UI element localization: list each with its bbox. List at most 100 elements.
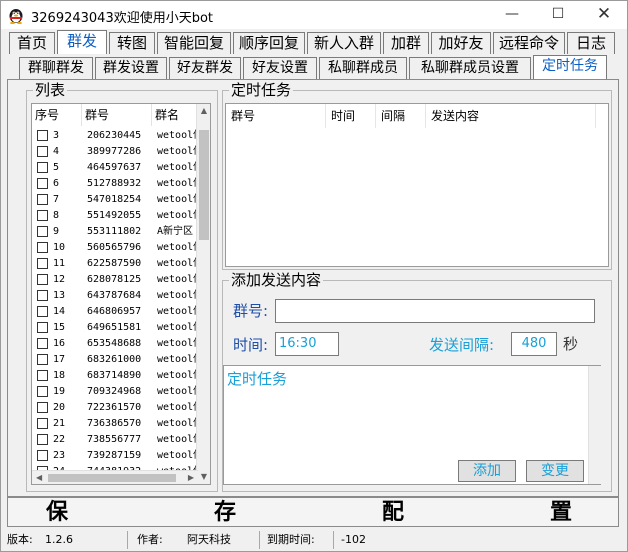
save-char-4: 置 bbox=[550, 500, 573, 525]
col-header-index[interactable]: 序号 bbox=[32, 104, 82, 126]
content-vscrollbar[interactable] bbox=[588, 366, 602, 484]
row-checkbox[interactable] bbox=[37, 210, 48, 221]
row-checkbox[interactable] bbox=[37, 402, 48, 413]
tab-new-member[interactable]: 新人入群 bbox=[307, 32, 381, 54]
list-row[interactable]: 5 464597637 wetool你 bbox=[32, 160, 200, 176]
tab-private-member[interactable]: 私聊群成员 bbox=[319, 57, 407, 79]
row-checkbox[interactable] bbox=[37, 178, 48, 189]
list-row[interactable]: 15 649651581 wetool你 bbox=[32, 320, 200, 336]
time-input[interactable]: 16:30 bbox=[275, 332, 339, 356]
list-row[interactable]: 16 653548688 wetool你 bbox=[32, 336, 200, 352]
col-header-task-interval[interactable]: 间隔 bbox=[376, 104, 426, 128]
list-row[interactable]: 10 560565796 wetool你 bbox=[32, 240, 200, 256]
row-checkbox[interactable] bbox=[37, 418, 48, 429]
row-checkbox[interactable] bbox=[37, 146, 48, 157]
tab-join-group[interactable]: 加群 bbox=[383, 32, 429, 54]
maximize-button[interactable]: ☐ bbox=[535, 1, 581, 29]
row-checkbox[interactable] bbox=[37, 322, 48, 333]
row-checkbox[interactable] bbox=[37, 194, 48, 205]
tab-sequential-reply[interactable]: 顺序回复 bbox=[233, 32, 305, 54]
task-list[interactable]: 群号 时间 间隔 发送内容 bbox=[225, 103, 609, 267]
row-checkbox[interactable] bbox=[37, 258, 48, 269]
list-row[interactable]: 13 643787684 wetool你 bbox=[32, 288, 200, 304]
list-row[interactable]: 14 646806957 wetool你 bbox=[32, 304, 200, 320]
row-group-name: A新宁区 bbox=[157, 226, 194, 237]
row-group-name: wetool你 bbox=[157, 434, 200, 445]
row-checkbox[interactable] bbox=[37, 450, 48, 461]
row-checkbox[interactable] bbox=[37, 354, 48, 365]
row-checkbox[interactable] bbox=[37, 338, 48, 349]
save-config-button[interactable]: 保 存 配 置 bbox=[7, 497, 619, 527]
col-header-task-group[interactable]: 群号 bbox=[226, 104, 326, 128]
col-header-task-content[interactable]: 发送内容 bbox=[426, 104, 596, 128]
list-row[interactable]: 17 683261000 wetool你 bbox=[32, 352, 200, 368]
tab-friend-broadcast[interactable]: 好友群发 bbox=[169, 57, 241, 79]
list-row[interactable]: 11 622587590 wetool你 bbox=[32, 256, 200, 272]
tab-group-broadcast[interactable]: 群聊群发 bbox=[19, 57, 93, 79]
add-button[interactable]: 添加 bbox=[458, 460, 516, 482]
list-row[interactable]: 20 722361570 wetool你 bbox=[32, 400, 200, 416]
tab-smart-reply[interactable]: 智能回复 bbox=[157, 32, 231, 54]
list-row[interactable]: 23 739287159 wetool你 bbox=[32, 448, 200, 464]
list-row[interactable]: 8 551492055 wetool你 bbox=[32, 208, 200, 224]
row-checkbox[interactable] bbox=[37, 290, 48, 301]
tab-convert-image[interactable]: 转图 bbox=[109, 32, 155, 54]
minimize-button[interactable]: — bbox=[489, 1, 535, 29]
list-row[interactable]: 18 683714890 wetool你 bbox=[32, 368, 200, 384]
row-group-id: 628078125 bbox=[87, 274, 142, 285]
tab-broadcast-settings[interactable]: 群发设置 bbox=[95, 57, 167, 79]
row-group-id: 738556777 bbox=[87, 434, 142, 445]
scroll-right-icon[interactable]: ▶ bbox=[188, 474, 194, 482]
scroll-up-icon[interactable]: ▲ bbox=[200, 107, 208, 115]
tab-log[interactable]: 日志 bbox=[567, 32, 615, 54]
col-header-group-name[interactable]: 群名 bbox=[152, 104, 200, 126]
close-button[interactable]: ✕ bbox=[581, 1, 627, 29]
row-group-id: 739287159 bbox=[87, 450, 142, 461]
row-checkbox[interactable] bbox=[37, 242, 48, 253]
list-row[interactable]: 4 389977286 wetool你 bbox=[32, 144, 200, 160]
tab-add-friend[interactable]: 加好友 bbox=[431, 32, 491, 54]
group-list[interactable]: 序号 群号 群名 3 206230445 wetool你 4 389977286 weto… bbox=[31, 103, 211, 485]
row-checkbox[interactable] bbox=[37, 434, 48, 445]
row-checkbox[interactable] bbox=[37, 162, 48, 173]
list-vscrollbar[interactable]: ▲ ▼ bbox=[196, 104, 210, 484]
scroll-left-icon[interactable]: ◀ bbox=[36, 474, 42, 482]
tab-friend-settings[interactable]: 好友设置 bbox=[243, 57, 317, 79]
list-row[interactable]: 9 553111802 A新宁区 bbox=[32, 224, 200, 240]
tab-private-member-settings[interactable]: 私聊群成员设置 bbox=[409, 57, 531, 79]
list-row[interactable]: 21 736386570 wetool你 bbox=[32, 416, 200, 432]
row-checkbox[interactable] bbox=[37, 130, 48, 141]
list-row[interactable]: 3 206230445 wetool你 bbox=[32, 128, 200, 144]
list-row[interactable]: 19 709324968 wetool你 bbox=[32, 384, 200, 400]
list-row[interactable]: 22 738556777 wetool你 bbox=[32, 432, 200, 448]
scroll-down-icon[interactable]: ▼ bbox=[200, 473, 208, 481]
tab-home[interactable]: 首页 bbox=[9, 32, 55, 54]
col-header-group-id[interactable]: 群号 bbox=[82, 104, 152, 126]
list-vscroll-thumb[interactable] bbox=[199, 130, 209, 240]
row-checkbox[interactable] bbox=[37, 370, 48, 381]
row-checkbox[interactable] bbox=[37, 306, 48, 317]
row-group-id: 709324968 bbox=[87, 386, 142, 397]
row-index: 14 bbox=[53, 306, 66, 317]
group-id-input[interactable] bbox=[275, 299, 595, 323]
tab-scheduled-task[interactable]: 定时任务 bbox=[533, 55, 607, 79]
row-group-id: 464597637 bbox=[87, 162, 142, 173]
row-checkbox[interactable] bbox=[37, 386, 48, 397]
list-row[interactable]: 6 512788932 wetool你 bbox=[32, 176, 200, 192]
interval-input[interactable]: 480 bbox=[511, 332, 557, 356]
tab-remote-command[interactable]: 远程命令 bbox=[493, 32, 565, 54]
list-row[interactable]: 12 628078125 wetool你 bbox=[32, 272, 200, 288]
row-group-name: wetool你 bbox=[157, 210, 200, 221]
change-button[interactable]: 变更 bbox=[526, 460, 584, 482]
row-checkbox[interactable] bbox=[37, 274, 48, 285]
row-checkbox[interactable] bbox=[37, 226, 48, 237]
tab-broadcast[interactable]: 群发 bbox=[57, 30, 107, 54]
list-row[interactable]: 7 547018254 wetool你 bbox=[32, 192, 200, 208]
content-textarea[interactable]: 定时任务 添加 变更 bbox=[223, 365, 602, 485]
list-hscroll-thumb[interactable] bbox=[48, 474, 176, 482]
row-group-id: 547018254 bbox=[87, 194, 142, 205]
content-text: 定时任务 bbox=[227, 370, 288, 388]
col-header-task-time[interactable]: 时间 bbox=[326, 104, 376, 128]
row-group-id: 643787684 bbox=[87, 290, 142, 301]
list-hscrollbar[interactable]: ◀ ▶ bbox=[32, 470, 198, 484]
